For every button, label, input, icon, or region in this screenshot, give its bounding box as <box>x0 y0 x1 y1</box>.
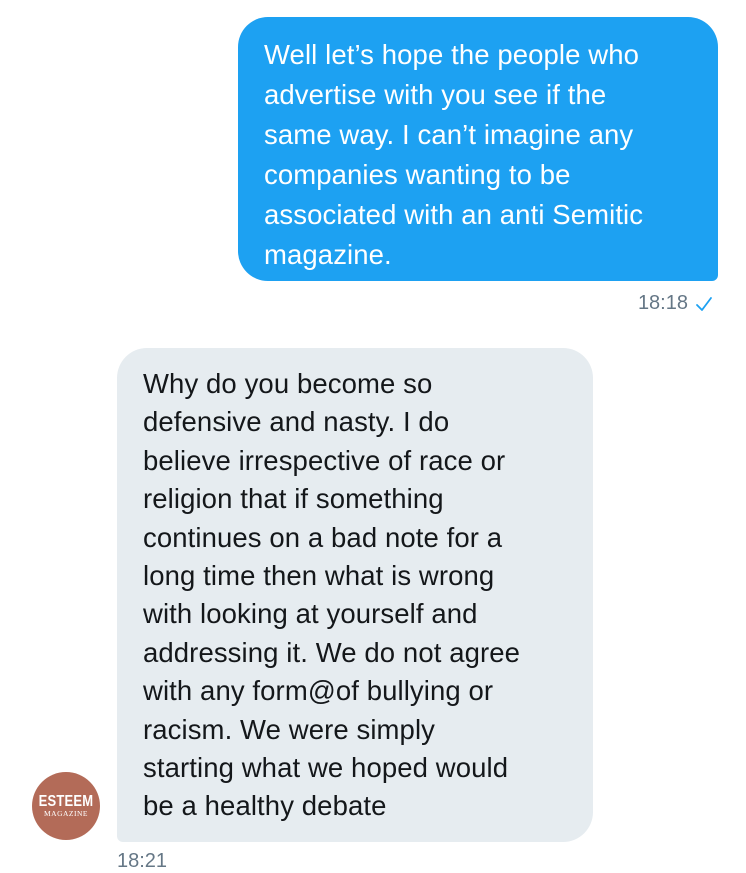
check-icon <box>694 294 714 314</box>
incoming-message-text: Why do you become so defensive and nasty… <box>143 368 521 822</box>
dm-conversation: Well let’s hope the people who advertise… <box>0 0 746 873</box>
outgoing-message-meta: 18:18 <box>638 292 714 315</box>
incoming-timestamp: 18:21 <box>117 850 168 872</box>
incoming-message-bubble[interactable]: Why do you become so defensive and nasty… <box>117 348 593 842</box>
outgoing-message-text: Well let’s hope the people who advertise… <box>264 39 644 270</box>
outgoing-timestamp: 18:18 <box>637 292 688 314</box>
avatar-logo-line1: ESTEEM <box>38 791 94 810</box>
avatar-logo-line2: MAGAZINE <box>44 809 88 818</box>
avatar[interactable]: ESTEEM MAGAZINE <box>32 772 100 840</box>
outgoing-message-bubble[interactable]: Well let’s hope the people who advertise… <box>238 17 718 281</box>
